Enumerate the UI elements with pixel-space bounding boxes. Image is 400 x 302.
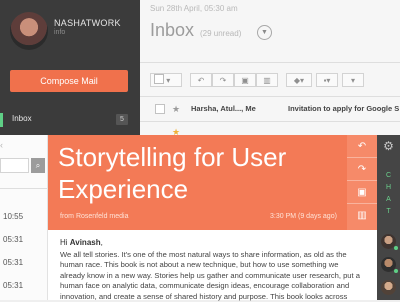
email-sender: Harsha, Atul..., Me — [191, 104, 256, 113]
search-input[interactable] — [0, 158, 29, 173]
email-subject: Invitation to apply for Google S — [288, 104, 400, 113]
user-name: NASHATWORK — [54, 18, 121, 28]
message-time: 3:30 PM (9 days ago) — [270, 213, 337, 220]
unread-count: (29 unread) — [200, 29, 242, 38]
table-row[interactable]: Harsha, Atul..., Me Invitation to apply … — [145, 104, 400, 118]
message-sender: from Rosenfeld media — [60, 213, 129, 220]
trash-icon[interactable]: ▥ — [256, 73, 278, 87]
divider — [0, 188, 47, 189]
greeting-name: Avinash — [69, 238, 101, 247]
divider — [140, 62, 400, 63]
divider — [140, 96, 400, 97]
message-greeting: Hi Avinash, — [60, 238, 103, 247]
page-title: Inbox — [150, 20, 195, 40]
forward-icon[interactable]: ↷ — [347, 158, 377, 181]
chat-letter: H — [385, 184, 392, 191]
user-subtitle: info — [54, 29, 66, 36]
list-item-time: 10:55 — [3, 212, 24, 221]
list-item-time: 05:31 — [3, 235, 24, 244]
chat-label: C H A T — [377, 170, 400, 218]
more-options-icon[interactable]: ▾ — [342, 73, 364, 87]
date-line: Sun 28th April, 05:30 am — [150, 4, 238, 13]
archive-icon[interactable]: ▣ — [234, 73, 256, 87]
list-item-time: 05:31 — [3, 258, 24, 267]
reply-icon[interactable]: ↶ — [190, 73, 212, 87]
select-all-checkbox[interactable]: ▾ — [150, 73, 182, 87]
more-icon[interactable]: ▪▾ — [316, 73, 338, 87]
online-status-icon — [394, 246, 398, 250]
tag-icon[interactable]: ◆▾ — [286, 73, 312, 87]
reply-icon[interactable]: ↶ — [347, 135, 377, 158]
active-indicator — [0, 113, 3, 127]
message-body-text: We all tell stories. It's one of the mos… — [60, 250, 360, 301]
chat-letter: T — [386, 208, 391, 215]
sidebar-item-label: Inbox — [12, 114, 32, 123]
chat-contact-avatar[interactable] — [381, 280, 396, 295]
list-item-time: 05:31 — [3, 281, 24, 290]
archive-icon[interactable]: ▣ — [347, 181, 377, 204]
chevron-left-icon[interactable]: ‹ — [0, 140, 3, 150]
greeting-prefix: Hi — [60, 238, 70, 247]
chat-letter: A — [386, 196, 391, 203]
online-status-icon — [394, 269, 398, 273]
message-subject: Storytelling for User Experience — [58, 142, 287, 204]
gear-icon[interactable]: ⚙ — [377, 139, 400, 153]
avatar[interactable] — [10, 12, 48, 50]
forward-icon[interactable]: ↷ — [212, 73, 234, 87]
chat-letter: C — [385, 172, 392, 179]
chevron-down-icon[interactable]: ▼ — [257, 25, 272, 40]
compose-mail-button[interactable]: Compose Mail — [10, 70, 128, 92]
inbox-count-badge: 5 — [116, 114, 128, 125]
greeting-suffix: , — [100, 238, 103, 247]
trash-icon[interactable]: ▥ — [347, 204, 377, 227]
search-icon[interactable]: ⌕ — [31, 158, 45, 173]
divider — [140, 121, 400, 122]
